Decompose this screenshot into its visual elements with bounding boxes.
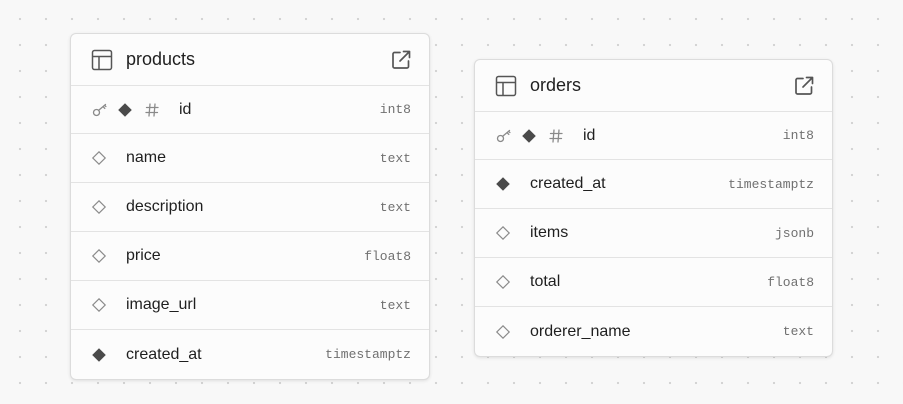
column-type: int8	[782, 128, 814, 143]
table-icon	[91, 49, 113, 71]
column-name: created_at	[126, 345, 202, 363]
column-row-image-url: image_url text	[71, 281, 429, 330]
column-type: int8	[379, 102, 411, 117]
hollow-diamond-icon	[495, 225, 511, 241]
column-row-created-at: created_at timestamptz	[71, 330, 429, 379]
hollow-diamond-icon	[91, 150, 107, 166]
column-type: jsonb	[774, 225, 814, 241]
table-card-orders: orders id int8 created_at timestamptz items j…	[474, 59, 833, 357]
column-name: orderer_name	[530, 322, 631, 340]
table-header: orders	[475, 60, 832, 112]
column-icons	[91, 199, 126, 215]
column-row-items: items jsonb	[475, 209, 832, 258]
table-header: products	[71, 34, 429, 86]
column-icons	[495, 225, 530, 241]
column-row-id: id int8	[475, 112, 832, 160]
column-row-total: total float8	[475, 258, 832, 307]
column-row-orderer-name: orderer_name text	[475, 307, 832, 356]
column-type: text	[379, 297, 411, 313]
column-name: id	[179, 100, 192, 118]
column-icons	[91, 297, 126, 313]
key-icon	[495, 129, 513, 143]
external-link-icon[interactable]	[390, 49, 412, 71]
column-name: items	[530, 224, 569, 241]
column-type: text	[782, 324, 814, 339]
column-type: timestamptz	[325, 347, 411, 362]
column-row-created-at: created_at timestamptz	[475, 160, 832, 209]
table-icon	[495, 75, 517, 97]
column-name: id	[583, 126, 596, 144]
hollow-diamond-icon	[91, 297, 107, 313]
column-type: timestamptz	[728, 176, 814, 192]
column-icons	[495, 274, 530, 290]
column-row-price: price float8	[71, 232, 429, 281]
filled-diamond-icon	[91, 347, 107, 363]
hash-icon	[549, 128, 563, 144]
column-name: name	[126, 149, 167, 166]
table-title: orders	[530, 75, 582, 95]
column-icons	[495, 324, 530, 340]
key-icon	[91, 103, 109, 117]
column-icons	[91, 102, 179, 118]
hollow-diamond-icon	[91, 199, 107, 215]
column-row-name: name text	[71, 134, 429, 183]
filled-diamond-icon	[495, 176, 511, 192]
column-type: float8	[767, 274, 814, 290]
hollow-diamond-icon	[495, 274, 511, 290]
column-name: image_url	[126, 296, 197, 313]
column-icons	[91, 248, 126, 264]
column-row-description: description text	[71, 183, 429, 232]
column-name: price	[126, 247, 161, 264]
hollow-diamond-icon	[495, 324, 511, 340]
column-icons	[91, 347, 126, 363]
column-name: created_at	[530, 175, 606, 192]
column-row-id: id int8	[71, 86, 429, 134]
external-link-icon[interactable]	[793, 75, 815, 97]
column-icons	[91, 150, 126, 166]
column-type: text	[379, 150, 411, 166]
column-type: float8	[364, 248, 411, 264]
column-list: id int8 created_at timestamptz items jsonb tot…	[475, 112, 832, 356]
column-type: text	[379, 199, 411, 215]
table-card-products: products id int8 name text description text pr…	[70, 33, 430, 380]
column-icons	[495, 176, 530, 192]
hash-icon	[145, 102, 159, 118]
table-title: products	[126, 49, 196, 69]
column-icons	[495, 128, 583, 144]
column-name: description	[126, 198, 204, 215]
filled-diamond-icon	[117, 102, 133, 118]
column-list: id int8 name text description text price float8…	[71, 86, 429, 379]
filled-diamond-icon	[521, 128, 537, 144]
hollow-diamond-icon	[91, 248, 107, 264]
column-name: total	[530, 273, 561, 290]
